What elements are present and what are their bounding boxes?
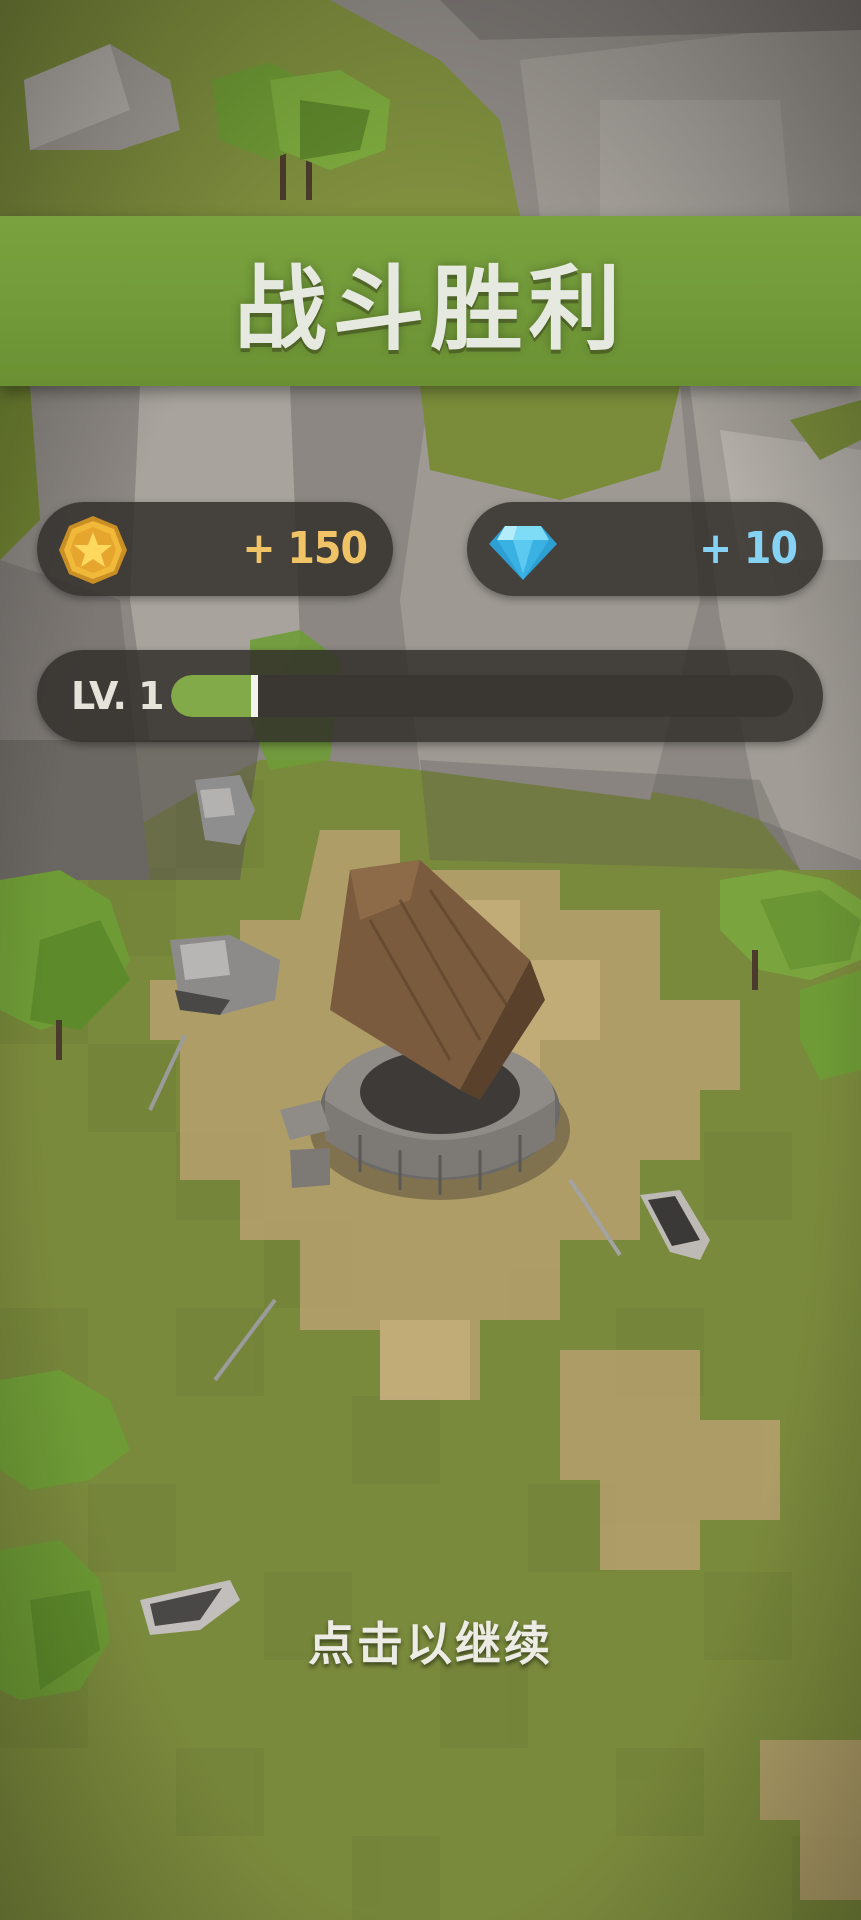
- victory-banner: 战斗胜利: [0, 216, 861, 386]
- xp-fill-marker: [251, 675, 258, 717]
- gem-reward: + 10: [467, 502, 823, 596]
- level-label: LV. 1: [71, 674, 165, 718]
- xp-fill: [171, 675, 258, 717]
- level-progress-bar: LV. 1: [37, 650, 823, 742]
- gold-coin-icon: [59, 516, 127, 584]
- diamond-gem-icon: [489, 526, 557, 580]
- xp-track: [171, 675, 793, 717]
- victory-title: 战斗胜利: [234, 255, 627, 363]
- tap-to-continue[interactable]: 点击以继续: [0, 1612, 861, 1676]
- gem-amount: + 10: [698, 523, 798, 574]
- gold-amount: + 150: [242, 523, 368, 574]
- gold-reward: + 150: [37, 502, 393, 596]
